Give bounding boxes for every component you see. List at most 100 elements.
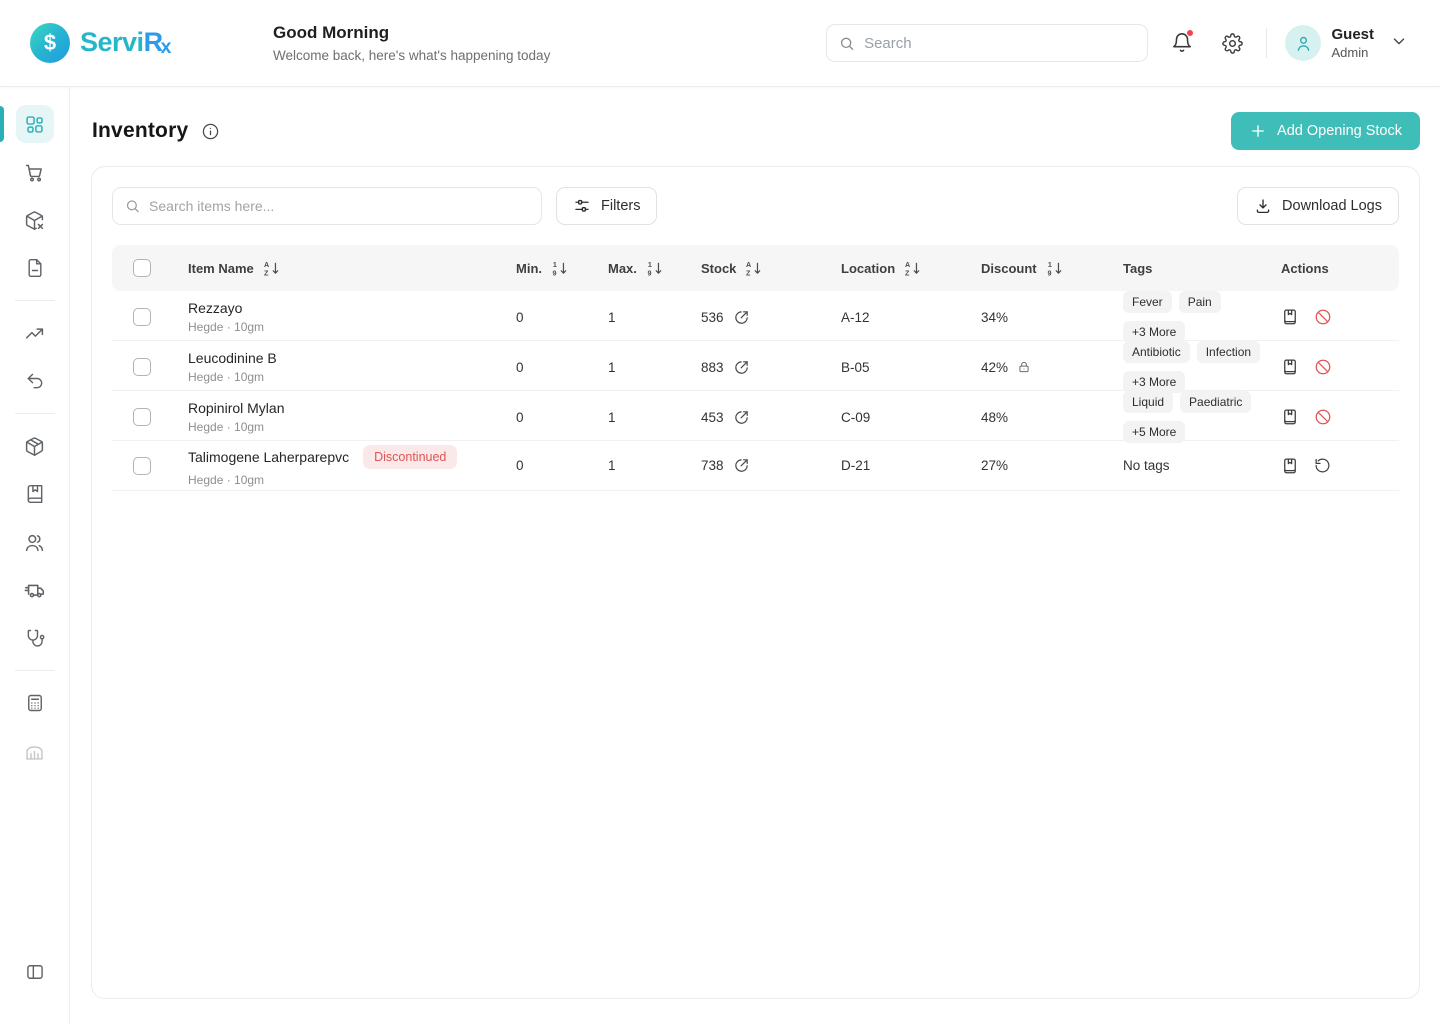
top-bar: $ ServiRx Good Morning Welcome back, her… (0, 0, 1440, 87)
stock-value: 536 (701, 310, 724, 325)
tags-more-chip[interactable]: +3 More (1123, 321, 1185, 343)
sort-button[interactable]: AZ (904, 260, 921, 277)
sort-button[interactable]: 19 (646, 260, 663, 277)
location-cell: D-21 (841, 458, 981, 473)
sort-button[interactable]: 19 (1046, 260, 1063, 277)
header-divider (1266, 28, 1267, 58)
log-book-button[interactable] (1281, 308, 1299, 326)
file-text-icon (25, 258, 45, 278)
table-toolbar: Filters Download Logs (112, 187, 1399, 225)
avatar (1285, 25, 1321, 61)
location-value: C-09 (841, 410, 870, 425)
page-header: Inventory Add Opening Stock (70, 87, 1440, 150)
min-cell: 0 (516, 458, 608, 473)
tag-chip: Pain (1179, 291, 1221, 313)
main-content: Inventory Add Opening Stock Filters (70, 87, 1440, 1024)
row-checkbox[interactable] (133, 358, 151, 376)
svg-text:9: 9 (553, 269, 557, 277)
filters-button[interactable]: Filters (556, 187, 657, 225)
stethoscope-icon (25, 628, 45, 648)
sidebar-item-users[interactable] (16, 523, 54, 561)
sidebar-item-grid[interactable] (16, 105, 54, 143)
max-value: 1 (608, 360, 616, 375)
column-header: Min.19 (516, 260, 608, 277)
filters-label: Filters (601, 198, 640, 214)
stock-external-link-button[interactable] (733, 457, 750, 474)
add-opening-stock-button[interactable]: Add Opening Stock (1231, 112, 1420, 150)
item-name: Rezzayo (188, 300, 242, 316)
global-search[interactable] (826, 24, 1148, 62)
external-link-icon (733, 457, 750, 474)
chevron-down-icon[interactable] (1390, 32, 1408, 55)
tags-more-chip[interactable]: +3 More (1123, 371, 1185, 393)
row-checkbox[interactable] (133, 408, 151, 426)
settings-button[interactable] (1216, 27, 1248, 59)
stock-cell: 536 (701, 309, 841, 326)
search-icon (125, 198, 140, 214)
sidebar-item-cart[interactable] (16, 153, 54, 191)
download-logs-button[interactable]: Download Logs (1237, 187, 1399, 225)
log-book-button[interactable] (1281, 358, 1299, 376)
notifications-button[interactable] (1166, 27, 1198, 59)
items-search-input[interactable] (149, 198, 529, 214)
sidebar-item-undo[interactable] (16, 362, 54, 400)
sort-button[interactable]: AZ (263, 260, 280, 277)
select-all-checkbox[interactable] (133, 259, 151, 277)
item-name: Ropinirol Mylan (188, 400, 284, 416)
stock-external-link-button[interactable] (733, 409, 750, 426)
ban-icon (1314, 308, 1332, 326)
sidebar-item-package-x[interactable] (16, 201, 54, 239)
lock-icon (1017, 360, 1031, 374)
max-cell: 1 (608, 360, 701, 375)
sidebar-item-truck[interactable] (16, 571, 54, 609)
search-icon (839, 35, 855, 52)
log-book-button[interactable] (1281, 457, 1299, 475)
sidebar-item-book[interactable] (16, 475, 54, 513)
page-title: Inventory (92, 119, 188, 143)
column-header: Max.19 (608, 260, 701, 277)
sidebar-item-calculator[interactable] (16, 684, 54, 722)
row-checkbox[interactable] (133, 457, 151, 475)
global-search-input[interactable] (864, 35, 1135, 52)
svg-text:9: 9 (647, 269, 651, 277)
discount-cell: 34% (981, 310, 1123, 325)
sidebar-item-trending-up[interactable] (16, 314, 54, 352)
users-icon (24, 532, 45, 553)
items-search[interactable] (112, 187, 542, 225)
max-value: 1 (608, 310, 616, 325)
sidebar-collapse-button[interactable] (16, 953, 54, 991)
sidebar-item-stethoscope[interactable] (16, 619, 54, 657)
actions-cell (1281, 358, 1399, 376)
row-checkbox[interactable] (133, 308, 151, 326)
log-book-button[interactable] (1281, 408, 1299, 426)
restore-button[interactable] (1314, 457, 1331, 474)
sort-button[interactable]: AZ (745, 260, 762, 277)
profile-menu[interactable]: Guest Admin (1285, 25, 1408, 61)
discontinue-button[interactable] (1314, 308, 1332, 326)
book-saved-icon (1281, 358, 1299, 376)
ban-icon (1314, 408, 1332, 426)
stock-value: 453 (701, 410, 724, 425)
sort-az-icon: AZ (745, 260, 762, 277)
sidebar-item-bar-chart[interactable] (16, 732, 54, 770)
info-button[interactable] (201, 122, 220, 141)
grid-icon (24, 114, 45, 135)
brand-rx-x: x (161, 36, 171, 58)
stock-external-link-button[interactable] (733, 359, 750, 376)
table-header: Item NameAZMin.19Max.19StockAZLocationAZ… (112, 245, 1399, 291)
row-checkbox-cell (112, 358, 188, 376)
sort-button[interactable]: 19 (551, 260, 568, 277)
sidebar-divider (15, 670, 55, 671)
stock-external-link-button[interactable] (733, 309, 750, 326)
discount-value: 27% (981, 458, 1008, 473)
sidebar-item-package[interactable] (16, 427, 54, 465)
min-value: 0 (516, 458, 524, 473)
svg-text:1: 1 (648, 261, 652, 269)
discontinue-button[interactable] (1314, 408, 1332, 426)
brand-logo[interactable]: $ ServiRx (30, 23, 273, 63)
tags-more-chip[interactable]: +5 More (1123, 421, 1185, 443)
sidebar-item-file-text[interactable] (16, 249, 54, 287)
discontinue-button[interactable] (1314, 358, 1332, 376)
row-checkbox-cell (112, 457, 188, 475)
item-name-cell: Ropinirol MylanHegde · 10gm (188, 400, 516, 434)
